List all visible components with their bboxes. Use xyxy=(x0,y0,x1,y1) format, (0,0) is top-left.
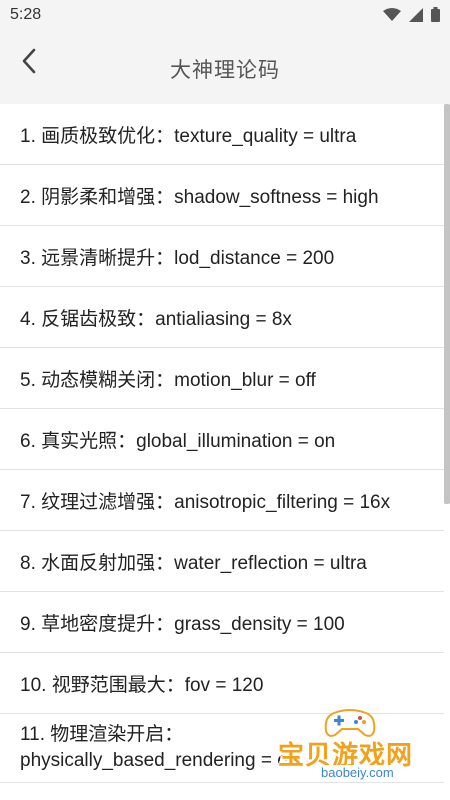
list-item-text: 10. 视野范围最大：fov = 120 xyxy=(20,674,264,696)
page-title: 大神理论码 xyxy=(170,59,280,82)
list-item[interactable]: 9. 草地密度提升：grass_density = 100 xyxy=(0,592,444,653)
list-item-text: 1. 画质极致优化：texture_quality = ultra xyxy=(20,125,357,147)
status-time: 5:28 xyxy=(10,6,42,23)
gamepad-icon xyxy=(324,709,376,737)
list-item-text: 6. 真实光照：global_illumination = on xyxy=(20,430,336,452)
watermark: 宝贝游戏网 baobeiy.com xyxy=(272,705,450,785)
list-item[interactable]: 2. 阴影柔和增强：shadow_softness = high xyxy=(0,165,444,226)
list-item-text: 3. 远景清晰提升：lod_distance = 200 xyxy=(20,247,335,269)
list-item[interactable]: 1. 画质极致优化：texture_quality = ultra xyxy=(0,104,444,165)
code-list[interactable]: 1. 画质极致优化：texture_quality = ultra 2. 阴影柔… xyxy=(0,104,444,800)
list-item-text: 4. 反锯齿极致：antialiasing = 8x xyxy=(20,308,292,330)
watermark-url: baobeiy.com xyxy=(318,765,397,780)
signal-icon xyxy=(409,7,423,22)
list-item-text: 5. 动态模糊关闭：motion_blur = off xyxy=(20,369,316,391)
list-item-text: 8. 水面反射加强：water_reflection = ultra xyxy=(20,552,367,574)
list-item[interactable]: 6. 真实光照：global_illumination = on xyxy=(0,409,444,470)
list-item[interactable]: 3. 远景清晰提升：lod_distance = 200 xyxy=(0,226,444,287)
list-item[interactable]: 4. 反锯齿极致：antialiasing = 8x xyxy=(0,287,444,348)
list-item-text: 11. 物理渲染开启： xyxy=(20,724,184,745)
list-item[interactable]: 5. 动态模糊关闭：motion_blur = off xyxy=(0,348,444,409)
app-bar: 大神理论码 xyxy=(0,32,450,104)
scrollbar[interactable] xyxy=(444,104,450,504)
status-icons xyxy=(383,7,440,22)
list-item[interactable]: 7. 纹理过滤增强：anisotropic_filtering = 16x xyxy=(0,470,444,531)
wifi-icon xyxy=(383,7,401,21)
list-item-text: 2. 阴影柔和增强：shadow_softness = high xyxy=(20,186,379,208)
status-bar: 5:28 xyxy=(0,0,450,32)
list-item-text: 9. 草地密度提升：grass_density = 100 xyxy=(20,613,345,635)
battery-icon xyxy=(431,7,440,22)
list-item-text-continued: physically_based_rendering = on xyxy=(20,750,299,771)
list-item-text: 7. 纹理过滤增强：anisotropic_filtering = 16x xyxy=(20,491,391,513)
list-item[interactable]: 8. 水面反射加强：water_reflection = ultra xyxy=(0,531,444,592)
